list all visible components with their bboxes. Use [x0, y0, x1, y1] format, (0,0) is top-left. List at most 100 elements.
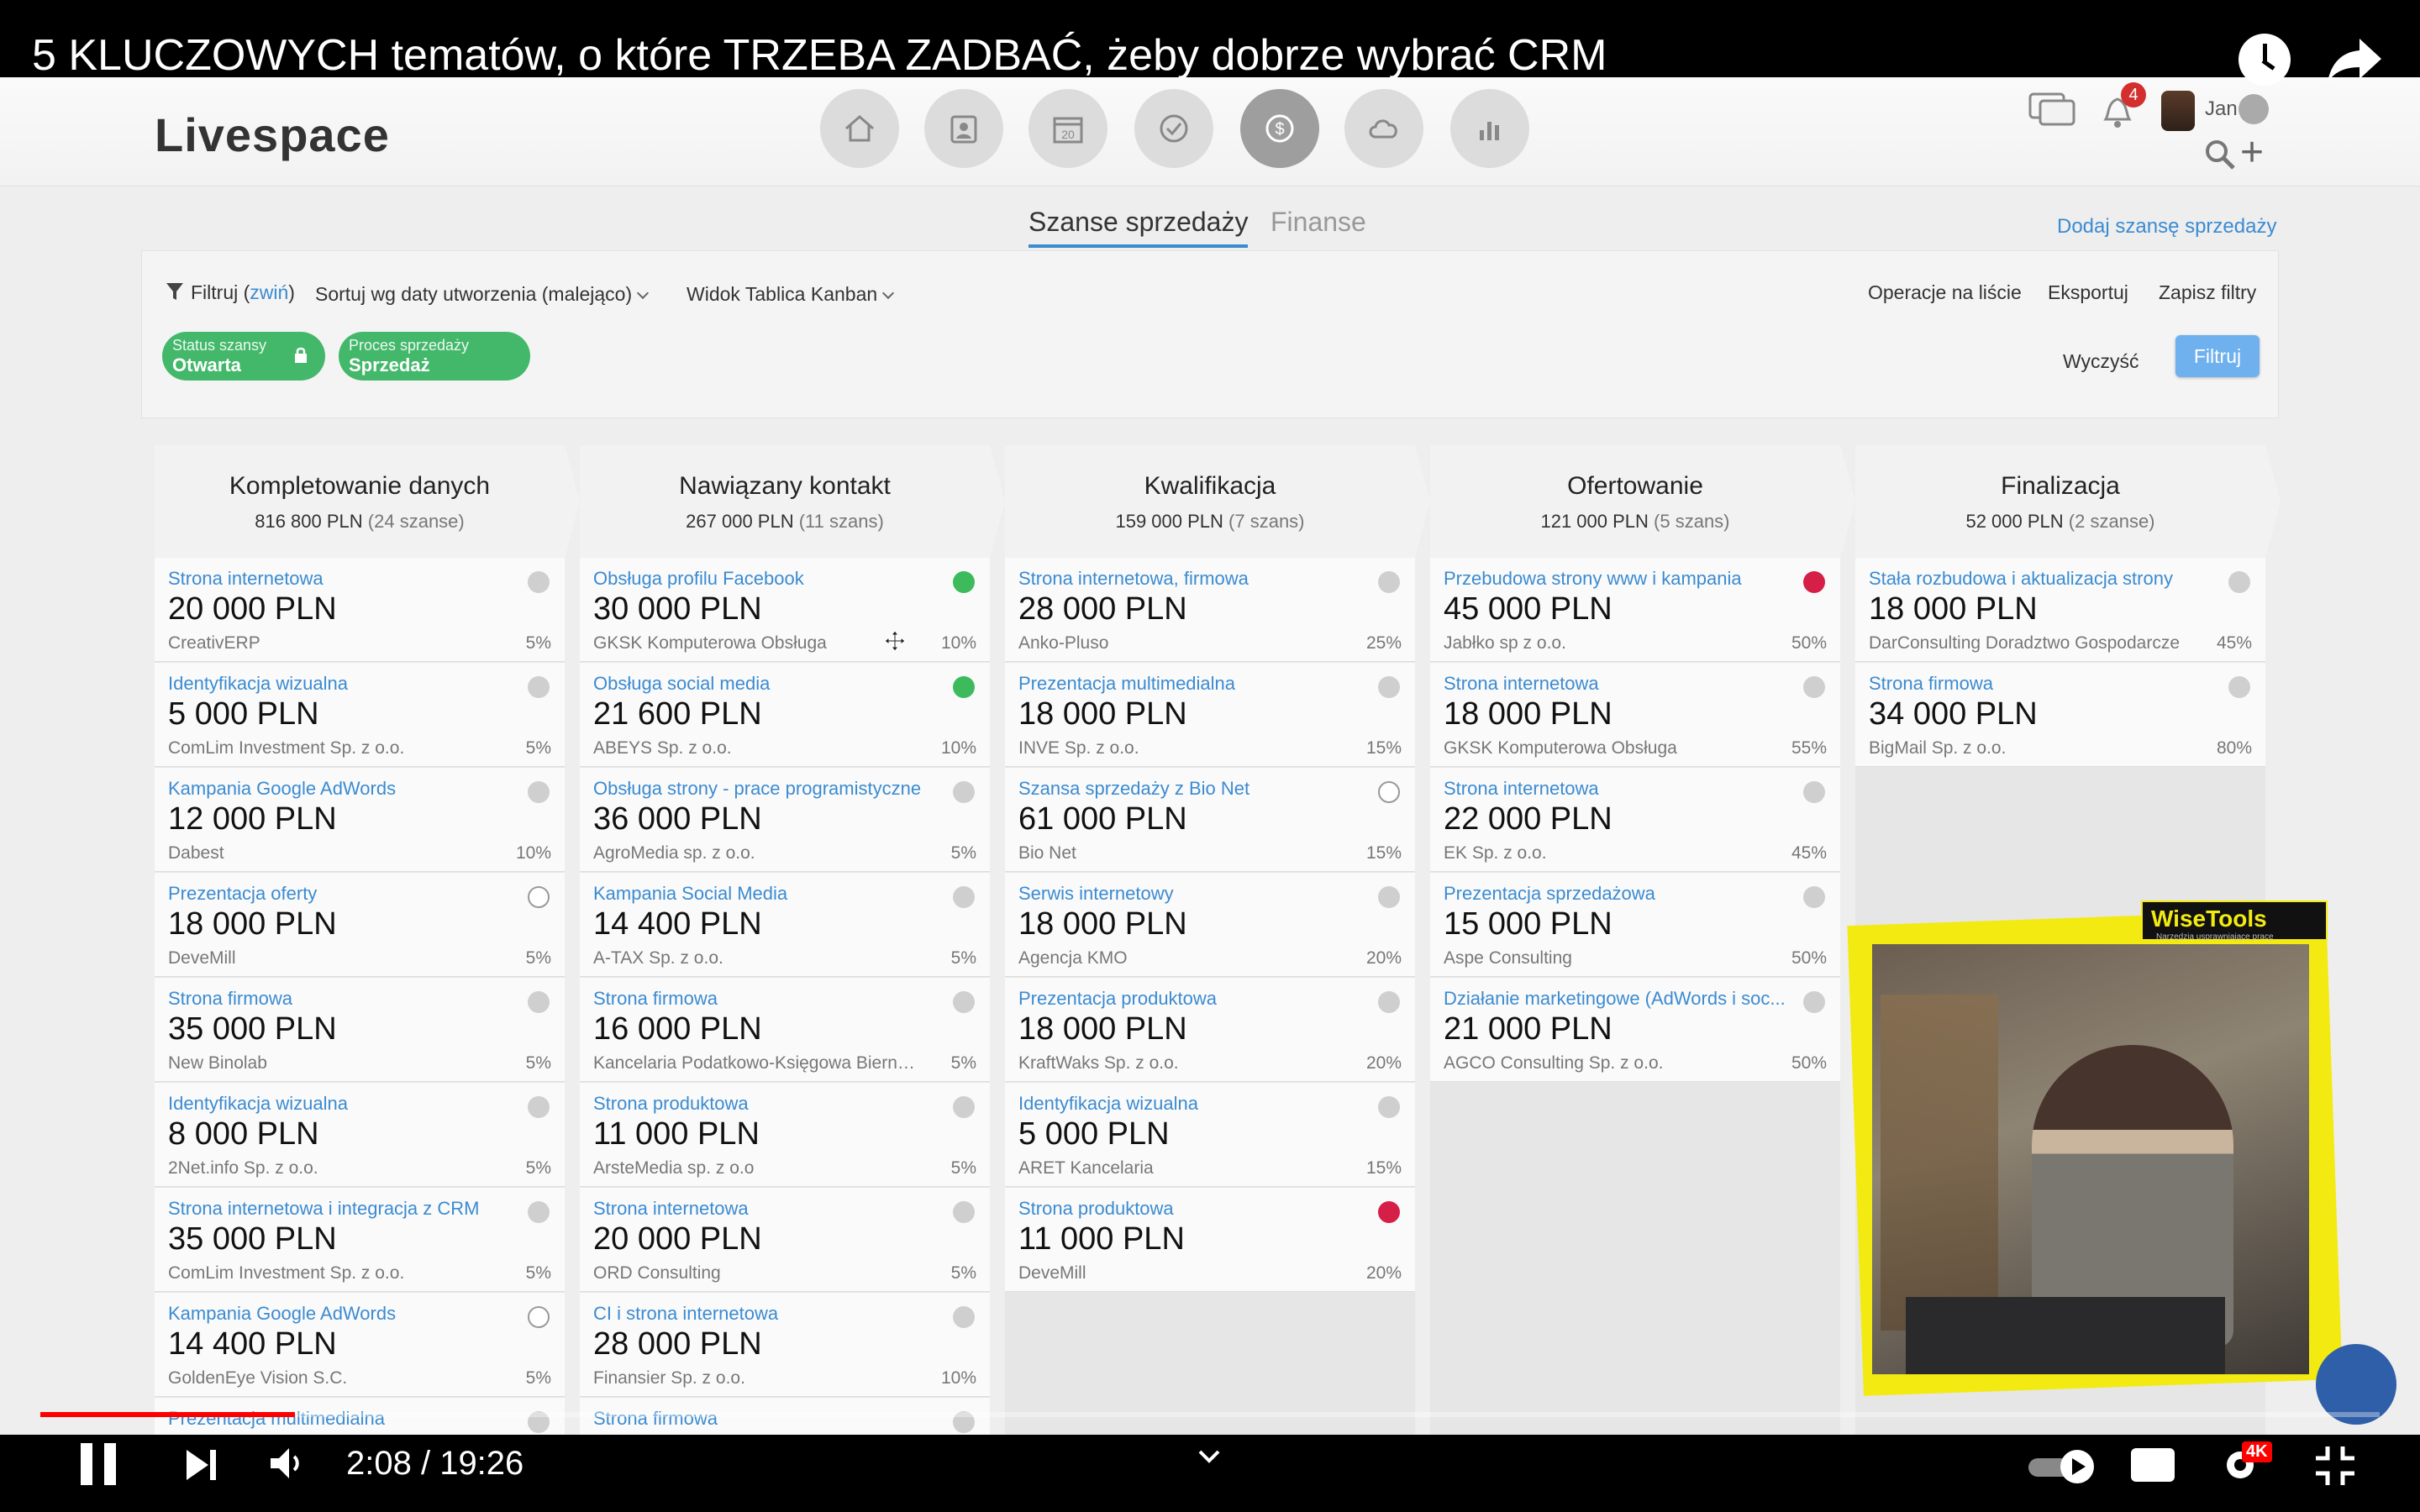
opportunity-card[interactable]: Kampania Social Media 14 400 PLN A-TAX Sp.… [580, 873, 990, 977]
livespace-logo[interactable]: Livespace [155, 108, 390, 162]
status-dot-icon[interactable] [528, 676, 550, 698]
column-header[interactable]: Kwalifikacja 159 000 PLN (7 szans) [1005, 445, 1430, 558]
reports-icon[interactable] [1450, 89, 1529, 168]
opportunity-name[interactable]: Strona internetowa [593, 1198, 938, 1220]
status-dot-icon[interactable] [953, 1306, 975, 1328]
opportunity-name[interactable]: Przebudowa strony www i kampania [1444, 568, 1788, 590]
status-dot-icon[interactable] [1378, 886, 1400, 908]
column-header[interactable]: Kompletowanie danych 816 800 PLN (24 szan… [155, 445, 580, 558]
opportunity-card[interactable]: Strona internetowa 18 000 PLN GKSK Kompute… [1430, 663, 1840, 767]
autoplay-toggle[interactable] [2027, 1448, 2102, 1485]
share-icon[interactable] [2326, 34, 2385, 84]
opportunity-card[interactable]: Strona internetowa i integracja z CRM 35 … [155, 1188, 565, 1292]
opportunity-name[interactable]: Strona firmowa [593, 1408, 938, 1430]
status-dot-icon[interactable] [1378, 781, 1400, 803]
clear-button[interactable]: Wyczyść [2063, 350, 2139, 373]
opportunity-name[interactable]: Strona firmowa [1869, 673, 2213, 695]
opportunity-card[interactable]: Prezentacja oferty 18 000 PLN DeveMill 5% [155, 873, 565, 977]
opportunity-name[interactable]: Strona internetowa [168, 568, 513, 590]
opportunity-card[interactable]: Kampania Google AdWords 12 000 PLN Dabest 1… [155, 768, 565, 872]
status-dot-icon[interactable] [2228, 571, 2250, 593]
contacts-icon[interactable] [924, 89, 1003, 168]
opportunity-name[interactable]: Prezentacja multimedialna [1018, 673, 1363, 695]
status-dot-icon[interactable] [953, 676, 975, 698]
save-filters-button[interactable]: Zapisz filtry [2159, 281, 2256, 304]
status-dot-icon[interactable] [528, 571, 550, 593]
opportunity-card[interactable]: Strona internetowa, firmowa 28 000 PLN Ank… [1005, 558, 1415, 662]
status-dot-icon[interactable] [953, 1201, 975, 1223]
video-progress-bar[interactable] [40, 1412, 2380, 1417]
opportunity-card[interactable]: Strona produktowa 11 000 PLN DeveMill 20% [1005, 1188, 1415, 1292]
status-dot-icon[interactable] [528, 886, 550, 908]
status-dot-icon[interactable] [2228, 676, 2250, 698]
subtitles-icon[interactable] [2131, 1448, 2175, 1482]
status-dot-icon[interactable] [953, 991, 975, 1013]
status-dot-icon[interactable] [953, 781, 975, 803]
column-header[interactable]: Ofertowanie 121 000 PLN (5 szans) [1430, 445, 1855, 558]
opportunity-name[interactable]: Obsługa profilu Facebook [593, 568, 938, 590]
exit-fullscreen-icon[interactable] [2314, 1445, 2356, 1487]
opportunity-card[interactable]: Strona internetowa 20 000 PLN CreativERP 5% [155, 558, 565, 662]
filter-icon[interactable] [166, 281, 184, 302]
cloud-icon[interactable] [1344, 89, 1423, 168]
watch-later-icon[interactable] [2238, 34, 2291, 86]
opportunity-name[interactable]: Strona internetowa [1444, 673, 1788, 695]
status-filter-chip[interactable]: Status szansy Otwarta [162, 332, 325, 381]
opportunity-name[interactable]: Strona internetowa, firmowa [1018, 568, 1363, 590]
opportunity-card[interactable]: Identyfikacja wizualna 5 000 PLN ComLim In… [155, 663, 565, 767]
status-dot-icon[interactable] [528, 1201, 550, 1223]
sort-dropdown[interactable]: Sortuj wg daty utworzenia (malejąco) [315, 283, 650, 306]
messages-icon[interactable] [2028, 92, 2075, 129]
opportunity-card[interactable]: Strona firmowa 34 000 PLN BigMail Sp. z o.… [1855, 663, 2265, 767]
opportunity-name[interactable]: Kampania Social Media [593, 883, 938, 905]
status-dot-icon[interactable] [1378, 571, 1400, 593]
opportunity-name[interactable]: Kampania Google AdWords [168, 1303, 513, 1325]
home-icon[interactable] [820, 89, 899, 168]
status-dot-icon[interactable] [528, 1096, 550, 1118]
status-dot-icon[interactable] [1803, 676, 1825, 698]
opportunity-card[interactable]: Strona firmowa 16 000 PLN Kancelaria Podat… [580, 978, 990, 1082]
export-button[interactable]: Eksportuj [2048, 281, 2128, 304]
column-header[interactable]: Nawiązany kontakt 267 000 PLN (11 szans) [580, 445, 1005, 558]
opportunity-name[interactable]: Serwis internetowy [1018, 883, 1363, 905]
opportunity-name[interactable]: Strona internetowa i integracja z CRM [168, 1198, 513, 1220]
status-dot-icon[interactable] [528, 991, 550, 1013]
next-icon[interactable] [183, 1446, 220, 1483]
opportunity-card[interactable]: Obsługa social media 21 600 PLN ABEYS Sp. … [580, 663, 990, 767]
tab-opportunities[interactable]: Szanse sprzedaży [1028, 207, 1249, 248]
opportunity-card[interactable]: Prezentacja sprzedażowa 15 000 PLN Aspe Co… [1430, 873, 1840, 977]
opportunity-name[interactable]: Identyfikacja wizualna [1018, 1093, 1363, 1115]
user-name[interactable]: Jan [2205, 97, 2238, 121]
opportunity-card[interactable]: Prezentacja produktowa 18 000 PLN KraftWak… [1005, 978, 1415, 1082]
opportunity-card[interactable]: Stała rozbudowa i aktualizacja strony 18 … [1855, 558, 2265, 662]
list-operations-button[interactable]: Operacje na liście [1868, 281, 2022, 304]
opportunity-name[interactable]: Strona firmowa [168, 988, 513, 1010]
opportunity-name[interactable]: Prezentacja sprzedażowa [1444, 883, 1788, 905]
opportunity-name[interactable]: Identyfikacja wizualna [168, 673, 513, 695]
opportunity-name[interactable]: Strona firmowa [593, 988, 938, 1010]
search-icon[interactable] [2203, 138, 2237, 171]
collapse-link[interactable]: zwiń [250, 281, 288, 303]
opportunity-card[interactable]: Prezentacja multimedialna 18 000 PLN INVE … [1005, 663, 1415, 767]
add-opportunity-link[interactable]: Dodaj szansę sprzedaży [2057, 215, 2276, 239]
filter-toggle[interactable]: Filtruj (zwiń) [191, 281, 295, 304]
status-dot-icon[interactable] [1378, 1201, 1400, 1223]
opportunity-name[interactable]: Obsługa social media [593, 673, 938, 695]
apply-filter-button[interactable]: Filtruj [2175, 335, 2260, 377]
opportunity-card[interactable]: Strona internetowa 22 000 PLN EK Sp. z o.o… [1430, 768, 1840, 872]
opportunity-name[interactable]: Kampania Google AdWords [168, 778, 513, 800]
status-dot-icon[interactable] [953, 886, 975, 908]
add-icon[interactable]: + [2240, 133, 2264, 173]
opportunity-name[interactable]: Strona produktowa [593, 1093, 938, 1115]
status-dot-icon[interactable] [1378, 676, 1400, 698]
opportunity-name[interactable]: Obsługa strony - prace programistyczne [593, 778, 938, 800]
status-dot-icon[interactable] [953, 1096, 975, 1118]
opportunity-card[interactable]: Strona firmowa 35 000 PLN New Binolab 5% [155, 978, 565, 1082]
opportunity-name[interactable]: Prezentacja produktowa [1018, 988, 1363, 1010]
opportunity-card[interactable]: Obsługa profilu Facebook 30 000 PLN GKSK K… [580, 558, 990, 662]
status-dot-icon[interactable] [953, 571, 975, 593]
status-dot-icon[interactable] [528, 781, 550, 803]
pause-icon[interactable] [81, 1443, 118, 1485]
calendar-icon[interactable]: 20 [1028, 89, 1107, 168]
process-filter-chip[interactable]: Proces sprzedaży Sprzedaż [339, 332, 530, 381]
